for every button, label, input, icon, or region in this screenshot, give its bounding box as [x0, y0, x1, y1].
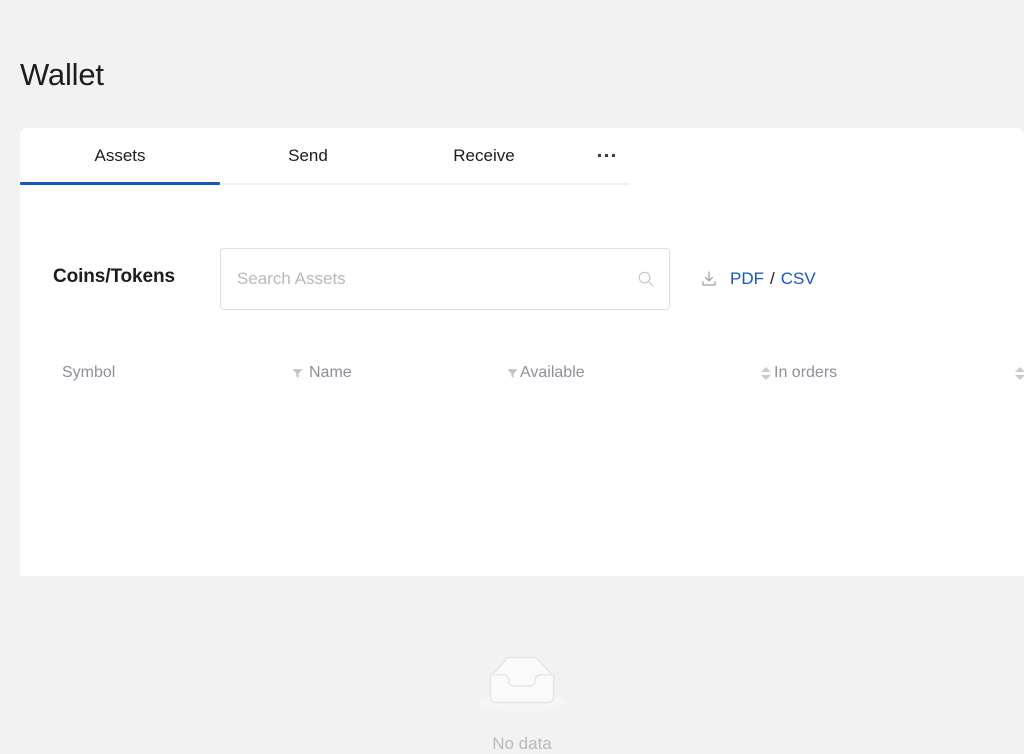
tab-active-indicator: [20, 182, 220, 185]
column-header-available: Available: [520, 364, 585, 381]
name-filter-icon[interactable]: [286, 350, 308, 396]
search-assets-box[interactable]: [220, 248, 670, 310]
column-header-name: Name: [309, 364, 352, 381]
download-icon[interactable]: [700, 270, 718, 288]
search-icon[interactable]: [637, 270, 655, 288]
page-title: Wallet: [20, 57, 104, 92]
export-links: PDF / CSV: [730, 269, 816, 289]
tab-receive-label: Receive: [453, 145, 515, 165]
export-separator: /: [770, 269, 775, 288]
ellipsis-icon: [597, 154, 615, 157]
wallet-card: Assets Send Receive Coins/Tokens Search …: [20, 128, 1024, 753]
filter-bar: Coins/Tokens Search Assets PDF / CSV: [20, 248, 1024, 310]
in-orders-sort-icon[interactable]: [1009, 350, 1024, 396]
assets-table: Symbol Name Available In orders No data: [20, 350, 1024, 753]
tab-assets-label: Assets: [94, 145, 146, 165]
tab-overflow-button[interactable]: [580, 128, 632, 183]
sort-caret-pair: [1015, 366, 1024, 380]
export-csv-link[interactable]: CSV: [781, 269, 816, 289]
empty-state: No data: [20, 650, 1024, 754]
tab-send[interactable]: Send: [220, 128, 396, 183]
export-pdf-link[interactable]: PDF: [730, 269, 764, 289]
tab-assets[interactable]: Assets: [20, 128, 220, 183]
export-controls: PDF / CSV: [700, 248, 816, 310]
tab-bar: Assets Send Receive: [20, 128, 630, 185]
tab-receive[interactable]: Receive: [396, 128, 572, 183]
wallet-page: Wallet Assets Send Receive Coins/Tokens …: [0, 0, 1024, 753]
column-header-in-orders: In orders: [774, 364, 838, 381]
sort-caret-pair: [761, 366, 771, 380]
table-header-row: Symbol Name Available In orders: [20, 350, 1024, 396]
coins-tokens-label: Coins/Tokens: [53, 266, 175, 287]
column-header-symbol: Symbol: [62, 364, 116, 381]
search-input[interactable]: [221, 249, 621, 309]
empty-state-text: No data: [492, 734, 552, 753]
tab-send-label: Send: [288, 145, 328, 165]
empty-inbox-icon: [478, 656, 566, 712]
